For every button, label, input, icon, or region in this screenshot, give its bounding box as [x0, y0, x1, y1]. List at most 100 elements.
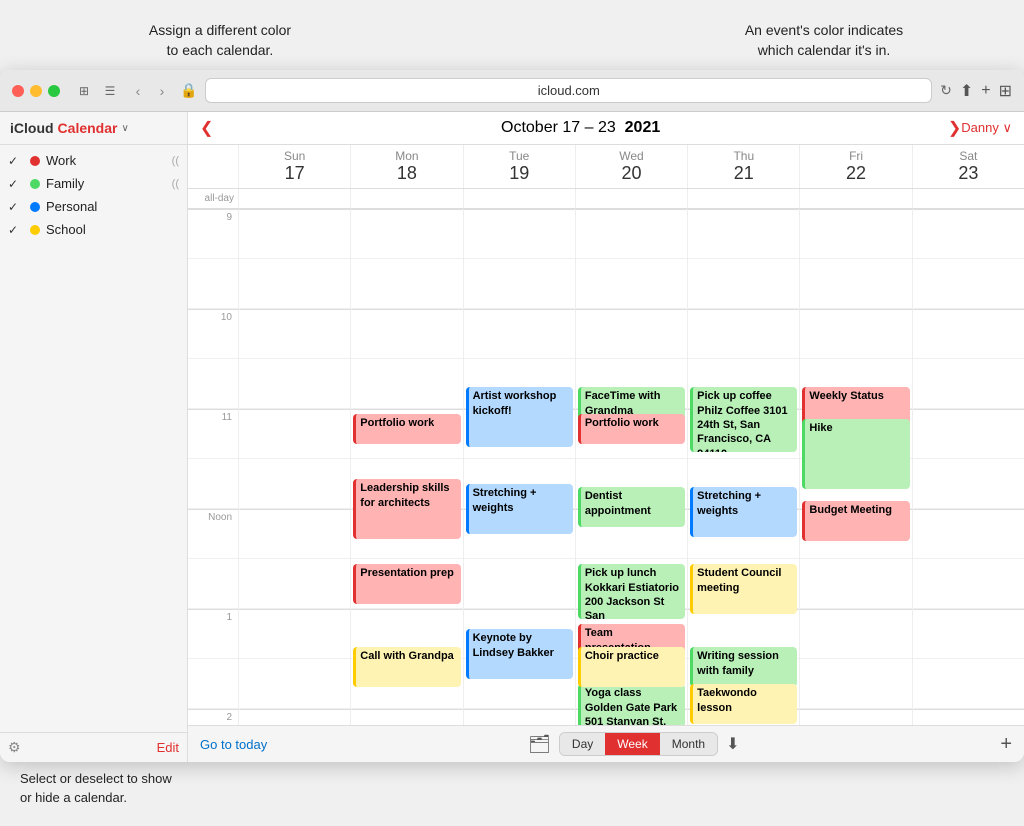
event-fri[interactable]: Hike — [802, 419, 909, 489]
fullscreen-button[interactable] — [48, 85, 60, 97]
calendar-item-personal[interactable]: ✓ Personal — [0, 195, 187, 218]
event-mon[interactable]: Leadership skills for architects — [353, 479, 460, 539]
privacy-icon: 🔒 — [180, 82, 197, 99]
time-slot-6: Noon — [188, 509, 238, 559]
day-view-button[interactable]: Day — [560, 733, 605, 755]
sidebar-title-icloud: iCloud — [10, 120, 54, 136]
time-column: 91011Noon12345678 — [188, 209, 238, 725]
time-grid: 91011Noon12345678 Portfolio work Leadersh… — [188, 209, 1024, 725]
event-mon[interactable]: Presentation prep — [353, 564, 460, 604]
day-cell — [464, 309, 575, 359]
go-today-button[interactable]: Go to today — [200, 737, 267, 752]
browser-window: ⊞ ☰ ‹ › 🔒 icloud.com ↻ ⬆ + ⊞ — [0, 70, 1024, 762]
reader-icon[interactable]: ☰ — [100, 81, 120, 101]
annotation-top-left: Assign a different color to each calenda… — [120, 21, 320, 60]
footer-center: 🗂 Day Week Month ⬇ — [279, 732, 988, 756]
address-bar[interactable]: icloud.com — [205, 78, 932, 103]
day-cell — [239, 509, 350, 559]
calendar-name-family: Family — [46, 176, 168, 191]
sidebar-toggle-icon[interactable]: ⊞ — [74, 81, 94, 101]
event-tue[interactable]: Stretching + weights — [466, 484, 573, 534]
day-cell — [688, 209, 799, 259]
day-cell — [800, 659, 911, 709]
event-thu[interactable]: Taekwondo lesson — [690, 684, 797, 724]
event-thu[interactable]: Writing session with family — [690, 647, 797, 687]
month-view-button[interactable]: Month — [660, 733, 717, 755]
calendar-check-school: ✓ — [8, 223, 24, 237]
event-wed[interactable]: Pick up lunchKokkari Estiatorio200 Jacks… — [578, 564, 685, 619]
day-num-mon: 18 — [357, 163, 456, 184]
calendar-name-work: Work — [46, 153, 168, 168]
event-thu[interactable]: Student Council meeting — [690, 564, 797, 614]
day-cell — [800, 309, 911, 359]
calendar-check-work: ✓ — [8, 154, 24, 168]
day-cell — [800, 259, 911, 309]
event-mon[interactable]: Call with Grandpa — [353, 647, 460, 687]
annotation-top-right: An event's color indicates which calenda… — [684, 21, 964, 60]
day-cell — [351, 709, 462, 725]
day-num-tue: 19 — [470, 163, 569, 184]
time-slot-5 — [188, 459, 238, 509]
edit-button[interactable]: Edit — [157, 740, 179, 755]
time-slot-10: 2 — [188, 709, 238, 725]
event-tue[interactable]: Keynote by Lindsey Bakker — [466, 629, 573, 679]
event-wed[interactable]: Yoga classGolden Gate Park501 Stanyan St… — [578, 684, 685, 725]
calendar-item-school[interactable]: ✓ School — [0, 218, 187, 241]
download-icon[interactable]: ⬇ — [726, 734, 739, 754]
event-wed[interactable]: Dentist appointment — [578, 487, 685, 527]
reload-icon[interactable]: ↻ — [940, 82, 952, 99]
event-wed[interactable]: Portfolio work — [578, 414, 685, 444]
calendar-item-family[interactable]: ✓ Family (( — [0, 172, 187, 195]
minimize-button[interactable] — [30, 85, 42, 97]
prev-week-button[interactable]: ❮ — [200, 118, 213, 138]
share-icon[interactable]: ⬆ — [960, 81, 973, 101]
allday-sat — [912, 189, 1024, 208]
new-tab-icon[interactable]: + — [981, 82, 990, 100]
user-menu-button[interactable]: Danny ∨ — [961, 120, 1012, 136]
browser-sidebar-icons: ⊞ ☰ — [74, 81, 120, 101]
day-cell — [239, 309, 350, 359]
day-cell — [800, 709, 911, 725]
traffic-lights — [12, 85, 60, 97]
day-cell — [913, 509, 1024, 559]
event-mon[interactable]: Portfolio work — [353, 414, 460, 444]
calendar-item-work[interactable]: ✓ Work (( — [0, 149, 187, 172]
tabs-icon[interactable]: ⊞ — [999, 81, 1012, 101]
nav-arrows: ‹ › — [128, 81, 172, 101]
day-column-sat — [912, 209, 1024, 725]
sidebar-dropdown-icon[interactable]: ∨ — [121, 123, 128, 134]
day-cell — [913, 609, 1024, 659]
event-thu[interactable]: Pick up coffeePhilz Coffee 310124th St, … — [690, 387, 797, 452]
day-name-tue: Tue — [509, 149, 529, 163]
add-event-button[interactable]: + — [1000, 733, 1012, 756]
event-tue[interactable]: Artist workshop kickoff! — [466, 387, 573, 447]
browser-chrome: ⊞ ☰ ‹ › 🔒 icloud.com ↻ ⬆ + ⊞ — [0, 70, 1024, 112]
day-num-sat: 23 — [919, 163, 1018, 184]
day-name-sat: Sat — [959, 149, 977, 163]
view-switcher: Day Week Month — [559, 732, 718, 756]
day-cell — [576, 259, 687, 309]
event-fri[interactable]: Budget Meeting — [802, 501, 909, 541]
event-thu[interactable]: Stretching + weights — [690, 487, 797, 537]
calendar-check-personal: ✓ — [8, 200, 24, 214]
next-week-button[interactable]: ❯ — [948, 118, 961, 138]
forward-button[interactable]: › — [152, 81, 172, 101]
day-cell — [464, 709, 575, 725]
close-button[interactable] — [12, 85, 24, 97]
calendar-list: ✓ Work (( ✓ Family (( ✓ Personal — [0, 145, 187, 732]
time-slot-1 — [188, 259, 238, 309]
back-button[interactable]: ‹ — [128, 81, 148, 101]
day-cell — [913, 559, 1024, 609]
day-header-wed: Wed 20 — [575, 145, 687, 188]
calendar-name-school: School — [46, 222, 179, 237]
day-header-sun: Sun 17 — [238, 145, 350, 188]
week-view-button[interactable]: Week — [605, 733, 659, 755]
day-header-sat: Sat 23 — [912, 145, 1024, 188]
day-column-wed: FaceTime with GrandmaPortfolio workDenti… — [575, 209, 687, 725]
event-wed-choir[interactable]: Choir practice — [578, 647, 685, 687]
header-spacer — [188, 145, 238, 188]
calendar-title-year: 2021 — [625, 119, 661, 136]
allday-row: all-day — [188, 189, 1024, 209]
inbox-icon[interactable]: 🗂 — [528, 734, 551, 755]
gear-icon[interactable]: ⚙ — [8, 739, 21, 756]
